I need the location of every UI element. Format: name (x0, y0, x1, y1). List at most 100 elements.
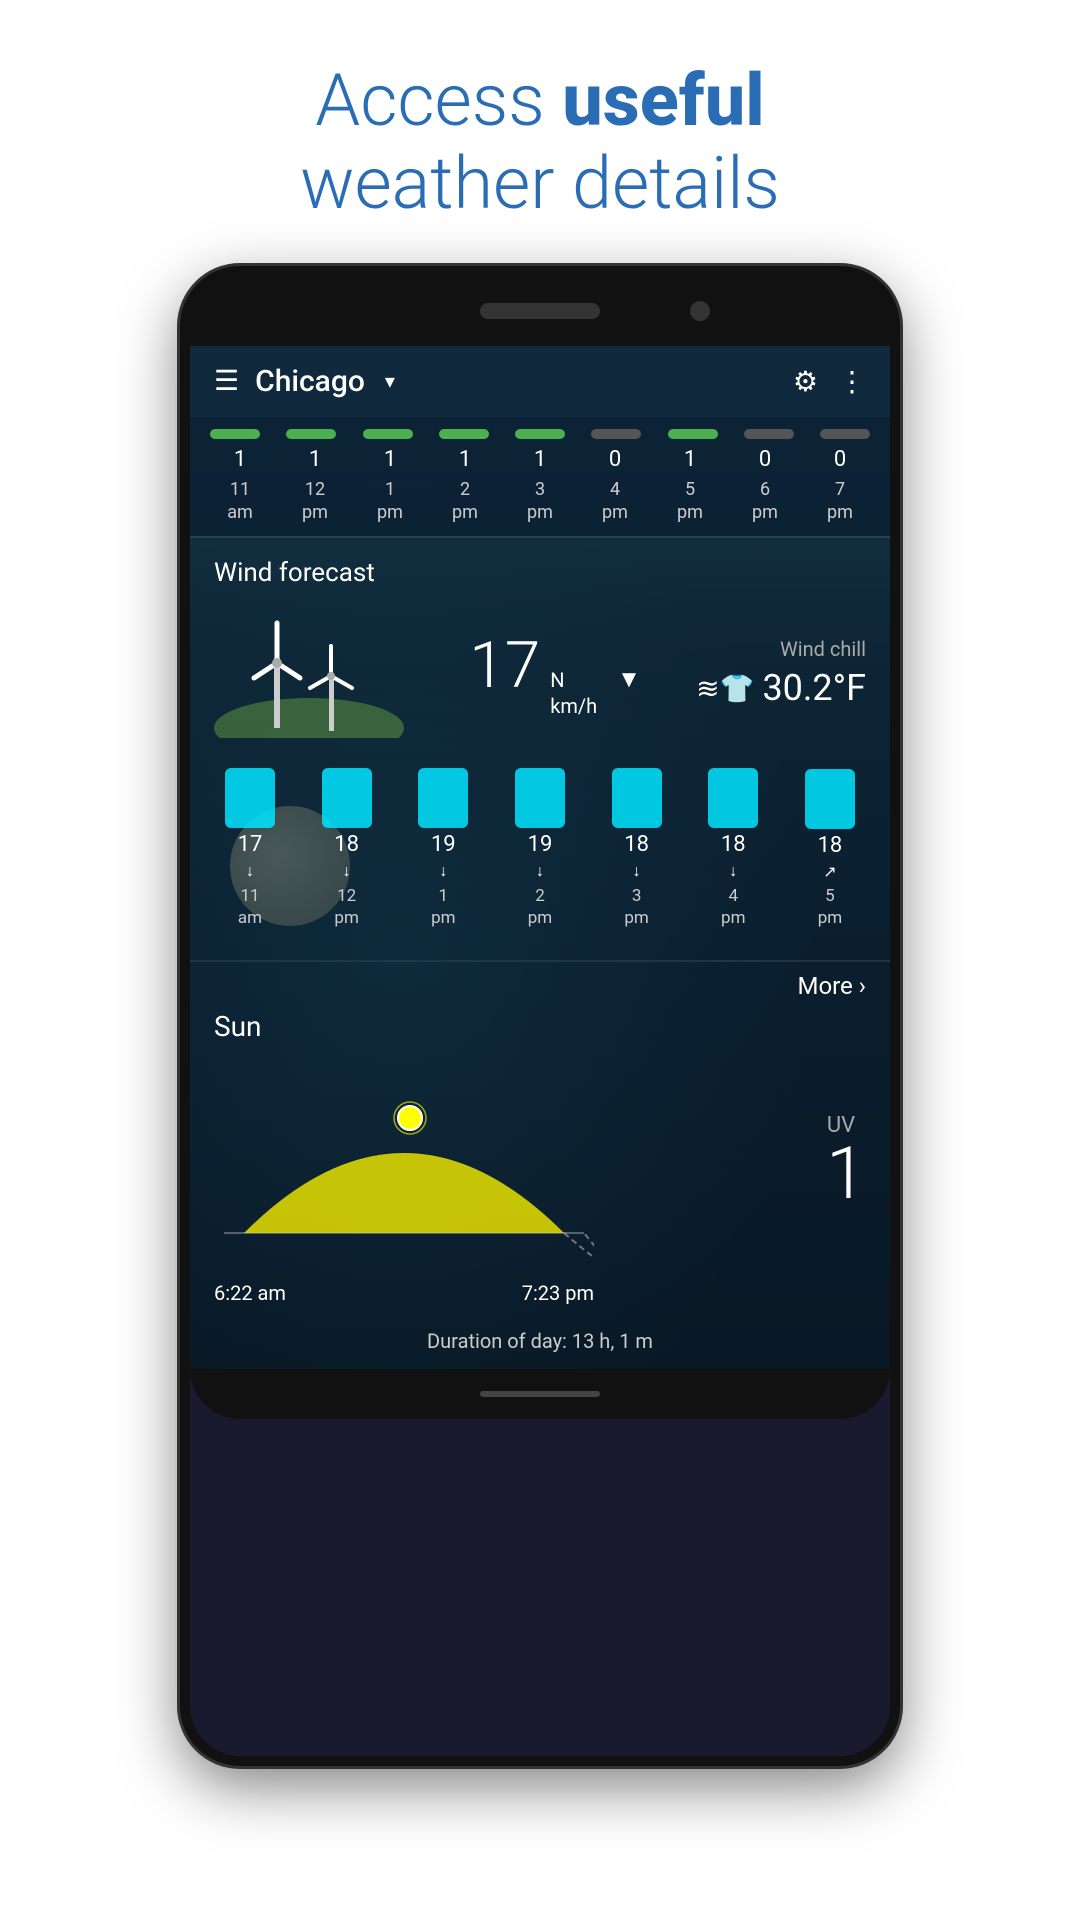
wind-bar-dir-2: ↓ (439, 861, 447, 881)
wind-bar-dir-1: ↓ (343, 861, 351, 881)
precip-bar-1 (286, 429, 336, 439)
header-line2: weather details (300, 143, 780, 226)
wind-bar-time-0: 11am (238, 885, 262, 929)
header-line1: Access useful (300, 60, 780, 143)
precip-val-5: 0 (585, 447, 645, 472)
wind-bar-rect-0 (225, 768, 275, 828)
city-name[interactable]: Chicago (255, 364, 365, 399)
wind-chill-icon: ≋👕 (696, 672, 754, 705)
wind-bar-rect-4 (612, 768, 662, 828)
wind-bars-row: 17 ↓ 11am 18 ↓ 12pm 19 ↓ 1pm (210, 768, 870, 929)
phone-top-bar (190, 276, 890, 346)
wind-bar-speed-0: 17 (238, 832, 263, 857)
precipitation-section: 1 1 1 1 1 0 1 0 0 11am 12pm 1pm 2pm 3pm … (190, 417, 890, 537)
precip-val-4: 1 (510, 447, 570, 472)
precip-time-1: 12pm (285, 478, 345, 525)
precip-bar-3 (439, 429, 489, 439)
uv-block: UV 1 (826, 1053, 866, 1210)
wind-bar-time-3: 2pm (528, 885, 552, 929)
precip-time-5: 4pm (585, 478, 645, 525)
precip-val-8: 0 (810, 447, 870, 472)
wind-bar-item-1: 18 ↓ 12pm (307, 768, 387, 929)
wind-bar-item-6: 18 ↗ 5pm (790, 769, 870, 929)
more-button[interactable]: More › (798, 972, 867, 1000)
sun-label: Sun (214, 1010, 866, 1043)
precip-bar-4 (515, 429, 565, 439)
wind-forecast-title: Wind forecast (214, 558, 866, 588)
wind-bar-rect-3 (515, 768, 565, 828)
wind-bar-time-6: 5pm (818, 885, 842, 929)
app-toolbar: ☰ Chicago ▾ ⚙ ⋮ (190, 346, 890, 417)
precip-time-2: 1pm (360, 478, 420, 525)
precip-time-3: 2pm (435, 478, 495, 525)
precip-val-3: 1 (435, 447, 495, 472)
precip-bar-5 (591, 429, 641, 439)
wind-speed-unit: N km/h (550, 667, 597, 719)
wind-bar-item-5: 18 ↓ 4pm (693, 768, 773, 929)
precip-times-row: 11am 12pm 1pm 2pm 3pm 4pm 5pm 6pm 7pm (210, 478, 870, 525)
toolbar-right: ⚙ ⋮ (793, 365, 866, 398)
gear-icon[interactable]: ⚙ (793, 365, 818, 398)
page-header: Access useful weather details (300, 60, 780, 226)
wind-speed-block: 17 N km/h ▼ (469, 628, 641, 719)
phone-speaker (480, 303, 600, 319)
phone-bottom-bar (190, 1369, 890, 1419)
wind-bar-dir-0: ↓ (246, 861, 254, 881)
wind-bar-rect-2 (418, 768, 468, 828)
precip-bars-row (210, 429, 870, 439)
phone-screen: ☰ Chicago ▾ ⚙ ⋮ 1 (190, 346, 890, 1369)
precip-time-4: 3pm (510, 478, 570, 525)
wind-bar-speed-1: 18 (334, 832, 359, 857)
wind-speed-number: 17 (469, 628, 540, 703)
phone-camera (690, 301, 710, 321)
wind-bar-dir-3: ↓ (536, 861, 544, 881)
wind-bar-time-2: 1pm (431, 885, 455, 929)
wind-bar-dir-4: ↓ (633, 861, 641, 881)
wind-content: 17 N km/h ▼ Wind chill ≋👕 30.2°F (214, 608, 866, 738)
uv-value: 1 (826, 1138, 866, 1210)
sun-section: Sun 6:22 (190, 1000, 890, 1329)
precip-val-6: 1 (660, 447, 720, 472)
wind-bar-dir-5: ↓ (729, 861, 737, 881)
home-indicator (480, 1391, 600, 1397)
toolbar-left: ☰ Chicago ▾ (214, 364, 395, 399)
precip-bar-8 (820, 429, 870, 439)
precip-time-6: 5pm (660, 478, 720, 525)
precip-val-1: 1 (285, 447, 345, 472)
wind-chill-block: Wind chill ≋👕 30.2°F (696, 637, 866, 709)
more-options-icon[interactable]: ⋮ (838, 365, 866, 398)
wind-bar-rect-5 (708, 768, 758, 828)
wind-bar-speed-6: 18 (818, 833, 843, 858)
wind-chill-value: ≋👕 30.2°F (696, 667, 866, 709)
wind-bar-speed-2: 19 (431, 832, 456, 857)
more-row: More › (190, 962, 890, 1000)
wind-turbines-illustration (214, 608, 414, 738)
precip-bar-0 (210, 429, 260, 439)
wind-bar-speed-4: 18 (624, 832, 649, 857)
precip-values-row: 1 1 1 1 1 0 1 0 0 (210, 447, 870, 472)
wind-bar-rect-1 (322, 768, 372, 828)
precip-val-0: 1 (210, 447, 270, 472)
dropdown-icon[interactable]: ▾ (385, 369, 395, 393)
duration-label: Duration of day: 13 h, 1 m (427, 1329, 653, 1353)
wind-bar-time-5: 4pm (721, 885, 745, 929)
sunset-time: 7:23 pm (522, 1281, 594, 1305)
precip-val-7: 0 (735, 447, 795, 472)
wind-bar-item-4: 18 ↓ 3pm (597, 768, 677, 929)
precip-bar-7 (744, 429, 794, 439)
sun-arc-svg (214, 1053, 594, 1273)
wind-chart-section: 17 ↓ 11am 18 ↓ 12pm 19 ↓ 1pm (190, 758, 890, 959)
wind-chill-label: Wind chill (696, 637, 866, 661)
wind-bar-time-4: 3pm (624, 885, 648, 929)
sun-times: 6:22 am 7:23 pm (214, 1281, 594, 1305)
sunrise-time: 6:22 am (214, 1281, 286, 1305)
precip-time-7: 6pm (735, 478, 795, 525)
precip-time-0: 11am (210, 478, 270, 525)
wind-bar-item-0: 17 ↓ 11am (210, 768, 290, 929)
wind-bar-rect-6 (805, 769, 855, 829)
wind-bar-time-1: 12pm (334, 885, 358, 929)
precip-val-2: 1 (360, 447, 420, 472)
sun-content: 6:22 am 7:23 pm UV 1 (214, 1053, 866, 1305)
hamburger-icon[interactable]: ☰ (214, 367, 239, 395)
wind-direction-arrow: ▼ (617, 665, 641, 694)
